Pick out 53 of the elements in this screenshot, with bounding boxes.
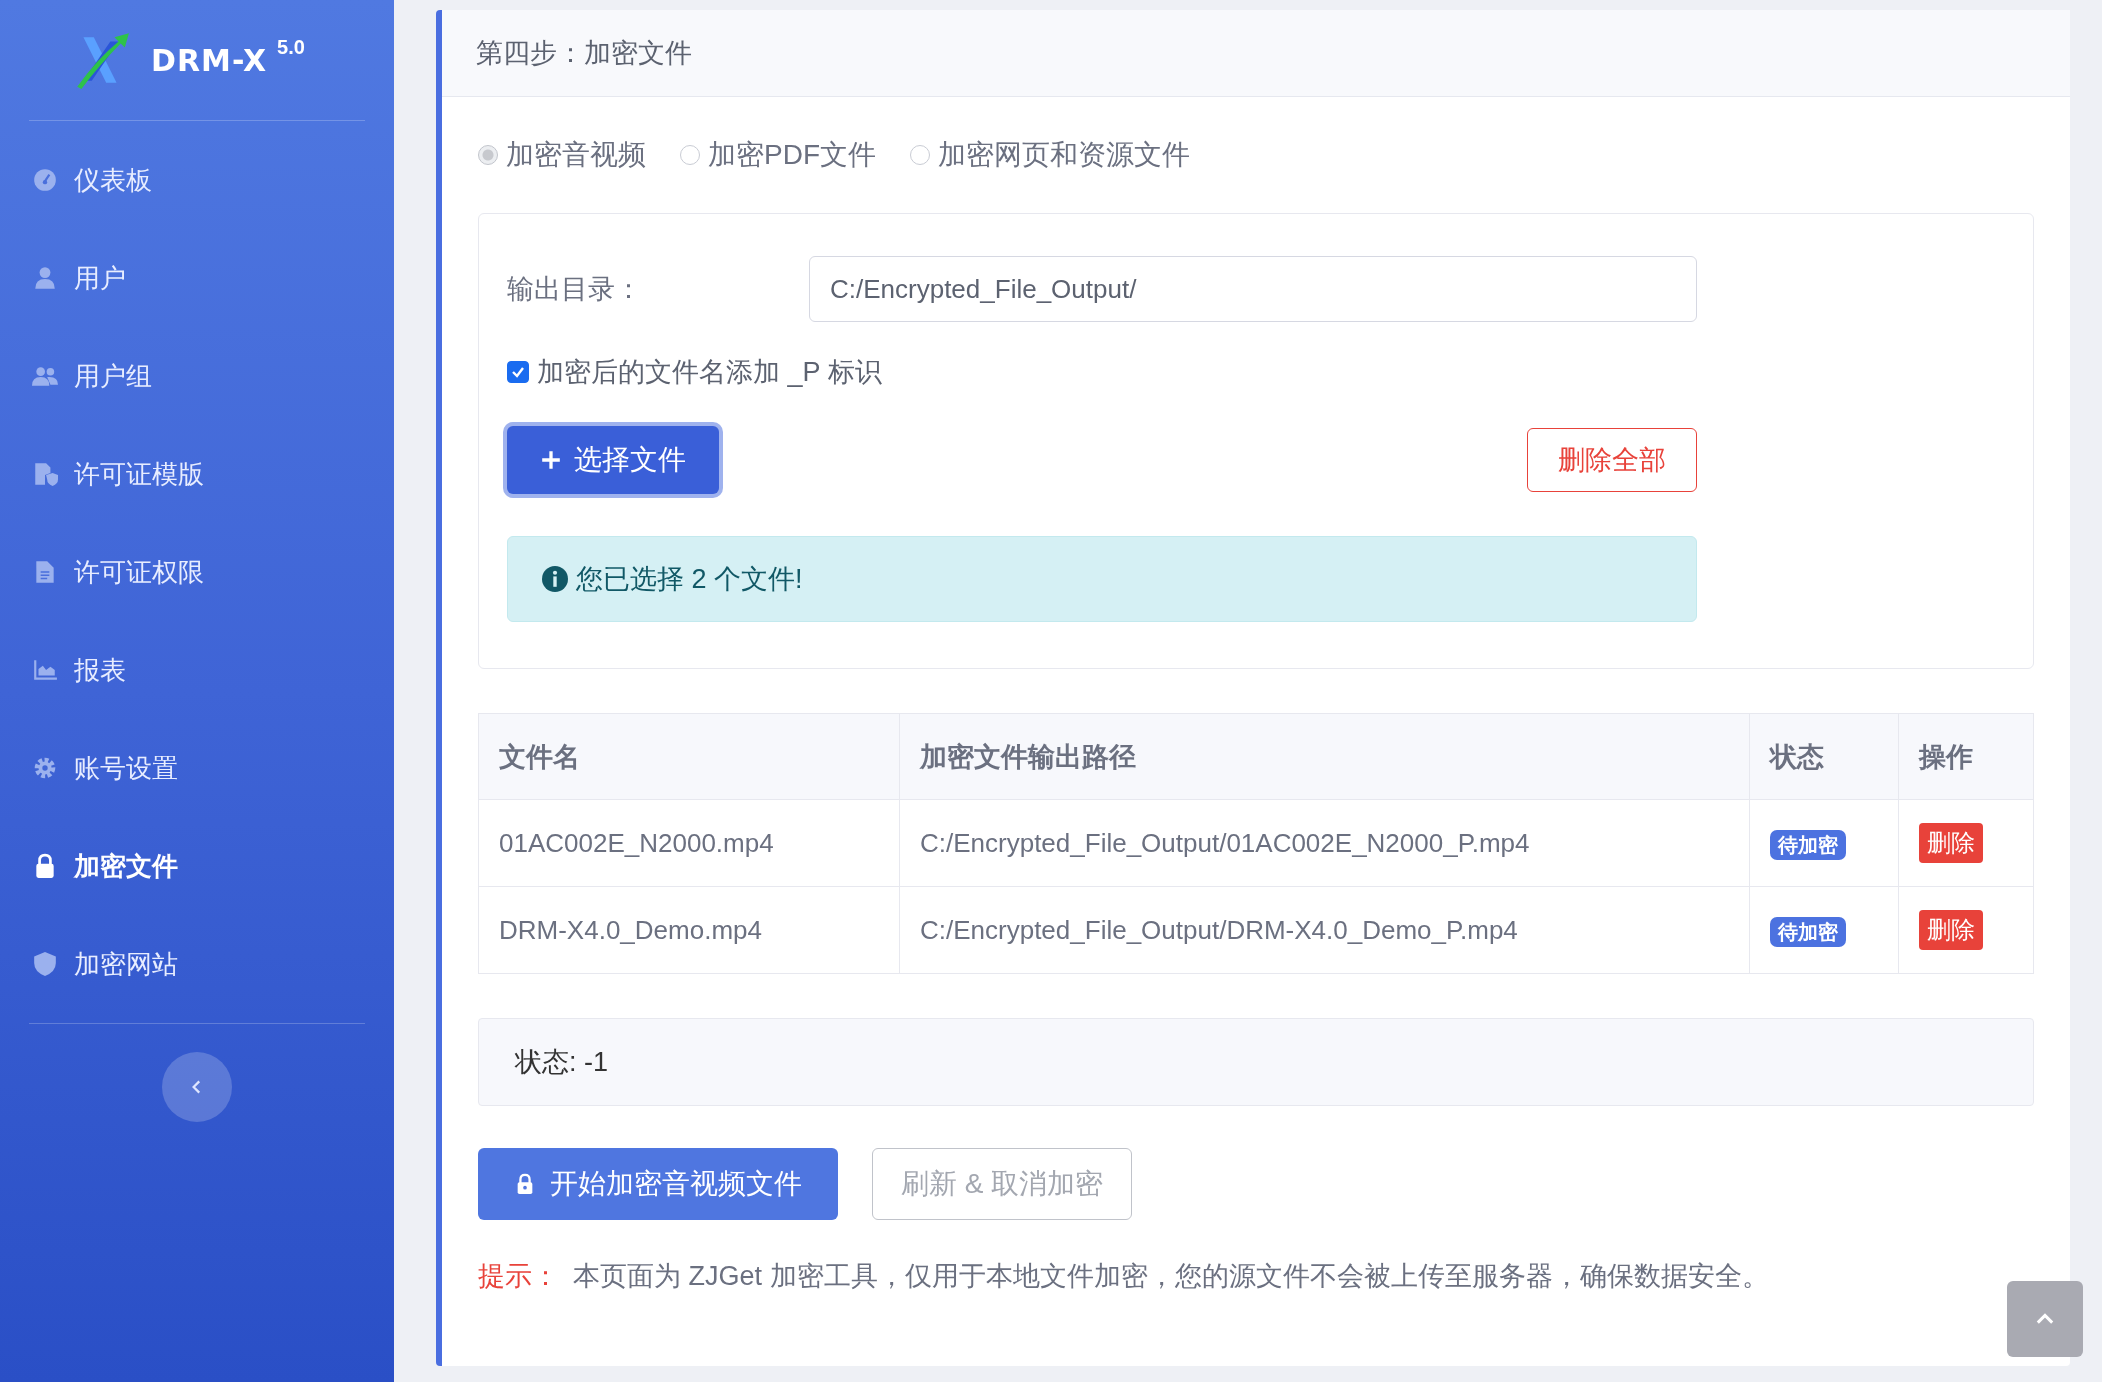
radio-label: 加密音视频 — [506, 138, 646, 172]
status-badge: 待加密 — [1770, 916, 1846, 947]
table-cell: 01AC002E_N2000.mp4 — [478, 799, 900, 887]
hint-label: 提示： — [478, 1260, 559, 1293]
brand-name: DRM-X — [151, 42, 268, 78]
radio-option[interactable]: 加密网页和资源文件 — [910, 136, 1190, 174]
delete-button[interactable]: 删除 — [1919, 823, 1983, 863]
nav-item[interactable]: 报表 — [0, 621, 394, 719]
radio-label: 加密PDF文件 — [708, 138, 876, 172]
column-header: 状态 — [1749, 713, 1899, 800]
plus-icon — [540, 449, 562, 471]
start-encrypt-button[interactable]: 开始加密音视频文件 — [478, 1148, 838, 1220]
nav-item[interactable]: 许可证权限 — [0, 523, 394, 621]
shield-icon — [32, 951, 58, 977]
card-title: 第四步：加密文件 — [476, 37, 692, 70]
field-label: 输出目录： — [507, 273, 643, 306]
nav-item[interactable]: 用户 — [0, 229, 394, 327]
column-header: 加密文件输出路径 — [899, 713, 1750, 800]
radio-label: 加密网页和资源文件 — [938, 138, 1190, 172]
delete-all-button[interactable]: 删除全部 — [1527, 428, 1697, 492]
table-cell: C:/Encrypted_File_Output/01AC002E_N2000_P.mp4 — [899, 799, 1750, 887]
nav-item[interactable]: 用户组 — [0, 327, 394, 425]
alert-text: 您已选择 2 个文件! — [576, 563, 803, 596]
nav-item[interactable]: 加密文件 — [0, 817, 394, 915]
version-label: 5.0 — [277, 36, 305, 59]
gear-icon — [32, 755, 58, 781]
refresh-cancel-button[interactable]: 刷新 & 取消加密 — [872, 1148, 1132, 1220]
back-to-top-button[interactable] — [2007, 1281, 2083, 1357]
radio-button[interactable] — [910, 145, 930, 165]
user-icon — [32, 265, 58, 291]
info-icon — [542, 566, 568, 592]
nav-item[interactable]: 许可证模版 — [0, 425, 394, 523]
radio-option[interactable]: 加密PDF文件 — [680, 136, 876, 174]
chart-icon — [32, 657, 58, 683]
nav-item[interactable]: 仪表板 — [0, 131, 394, 229]
radio-option[interactable]: 加密音视频 — [478, 136, 646, 174]
checkbox[interactable] — [507, 361, 529, 383]
hint-text: 本页面为 ZJGet 加密工具，仅用于本地文件加密，您的源文件不会被上传至服务器，确保数据安全。 — [573, 1260, 1769, 1293]
table-cell: C:/Encrypted_File_Output/DRM-X4.0_Demo_P.mp4 — [899, 886, 1750, 974]
radio-button[interactable] — [680, 145, 700, 165]
radio-button[interactable] — [478, 145, 498, 165]
checkbox-label: 加密后的文件名添加 _P 标识 — [537, 356, 882, 389]
nav-item[interactable]: 账号设置 — [0, 719, 394, 817]
delete-button[interactable]: 删除 — [1919, 910, 1983, 950]
column-header: 操作 — [1898, 713, 2034, 800]
nav-item[interactable]: 加密网站 — [0, 915, 394, 1013]
table-cell: DRM-X4.0_Demo.mp4 — [478, 886, 900, 974]
column-header: 文件名 — [478, 713, 900, 800]
file-shield-icon — [32, 461, 58, 487]
status-text: 状态: -1 — [515, 1046, 608, 1079]
status-badge: 待加密 — [1770, 829, 1846, 860]
dashboard-icon — [32, 167, 58, 193]
output-dir-field[interactable]: C:/Encrypted_File_Output/ — [809, 256, 1697, 322]
